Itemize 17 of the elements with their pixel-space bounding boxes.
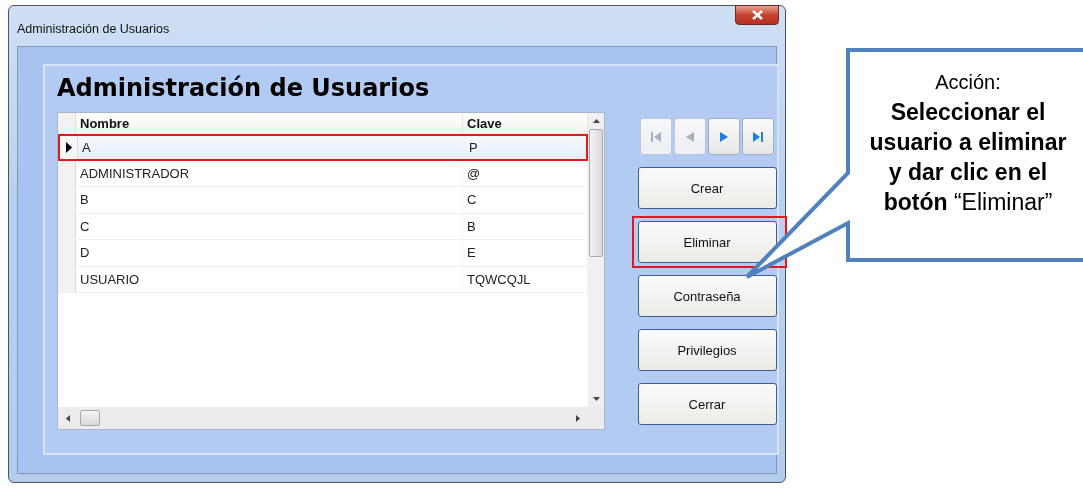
- action-button[interactable]: Cerrar: [637, 383, 777, 425]
- table-cell: D: [76, 240, 463, 266]
- action-button[interactable]: Privilegios: [637, 329, 777, 371]
- table-cell: A: [78, 136, 465, 159]
- callout-heading: Acción:: [934, 70, 1002, 95]
- callout-text: Seleccionar el usuario a eliminar y dar clic en el botón “Eliminar”: [868, 98, 1068, 217]
- window-title: Administración de Usuarios: [17, 22, 170, 36]
- table-cell: C: [76, 213, 463, 239]
- table-cell: P: [465, 136, 586, 159]
- action-button[interactable]: Contraseña: [637, 275, 777, 317]
- table-cell: B: [76, 187, 463, 213]
- action-button[interactable]: Eliminar: [637, 221, 777, 263]
- table-cell: ADMINISTRADOR: [76, 160, 463, 186]
- form-heading: Administración de Usuarios: [57, 74, 431, 104]
- table-cell: USUARIO: [76, 266, 463, 292]
- action-button[interactable]: Crear: [637, 167, 777, 209]
- column-header[interactable]: Nombre: [76, 113, 463, 134]
